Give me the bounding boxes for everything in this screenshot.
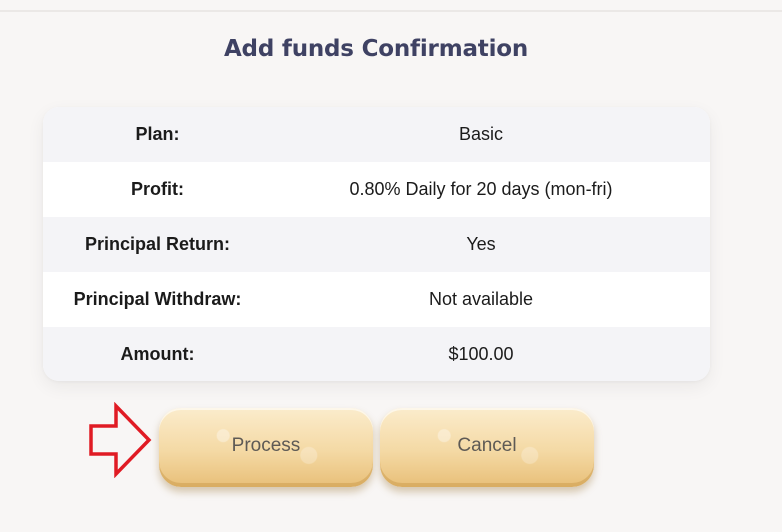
row-value: Yes [466, 234, 496, 254]
row-value: Not available [428, 289, 534, 309]
row-value: $100.00 [448, 344, 514, 364]
top-divider [0, 10, 782, 12]
row-value: Basic [458, 124, 503, 144]
page-title: Add funds Confirmation [223, 36, 529, 62]
table-row-amount: Amount: $100.00 [43, 327, 710, 381]
row-label: Principal Withdraw: [73, 289, 242, 309]
row-label: Profit: [131, 179, 184, 199]
table-row-principal-return: Principal Return: Yes [43, 217, 710, 272]
table-row-principal-withdraw: Principal Withdraw: Not available [43, 272, 710, 327]
process-button[interactable]: Process [159, 408, 373, 487]
arrow-right-icon [89, 402, 152, 478]
confirmation-table: Plan: Basic Profit: 0.80% Daily for 20 d… [43, 107, 710, 381]
row-value: 0.80% Daily for 20 days (mon-fri) [349, 179, 613, 199]
table-row-plan: Plan: Basic [43, 107, 710, 162]
row-label: Amount: [120, 344, 195, 364]
row-label: Principal Return: [84, 234, 231, 254]
row-label: Plan: [135, 124, 180, 144]
table-row-profit: Profit: 0.80% Daily for 20 days (mon-fri… [43, 162, 710, 217]
cancel-button[interactable]: Cancel [380, 408, 594, 487]
